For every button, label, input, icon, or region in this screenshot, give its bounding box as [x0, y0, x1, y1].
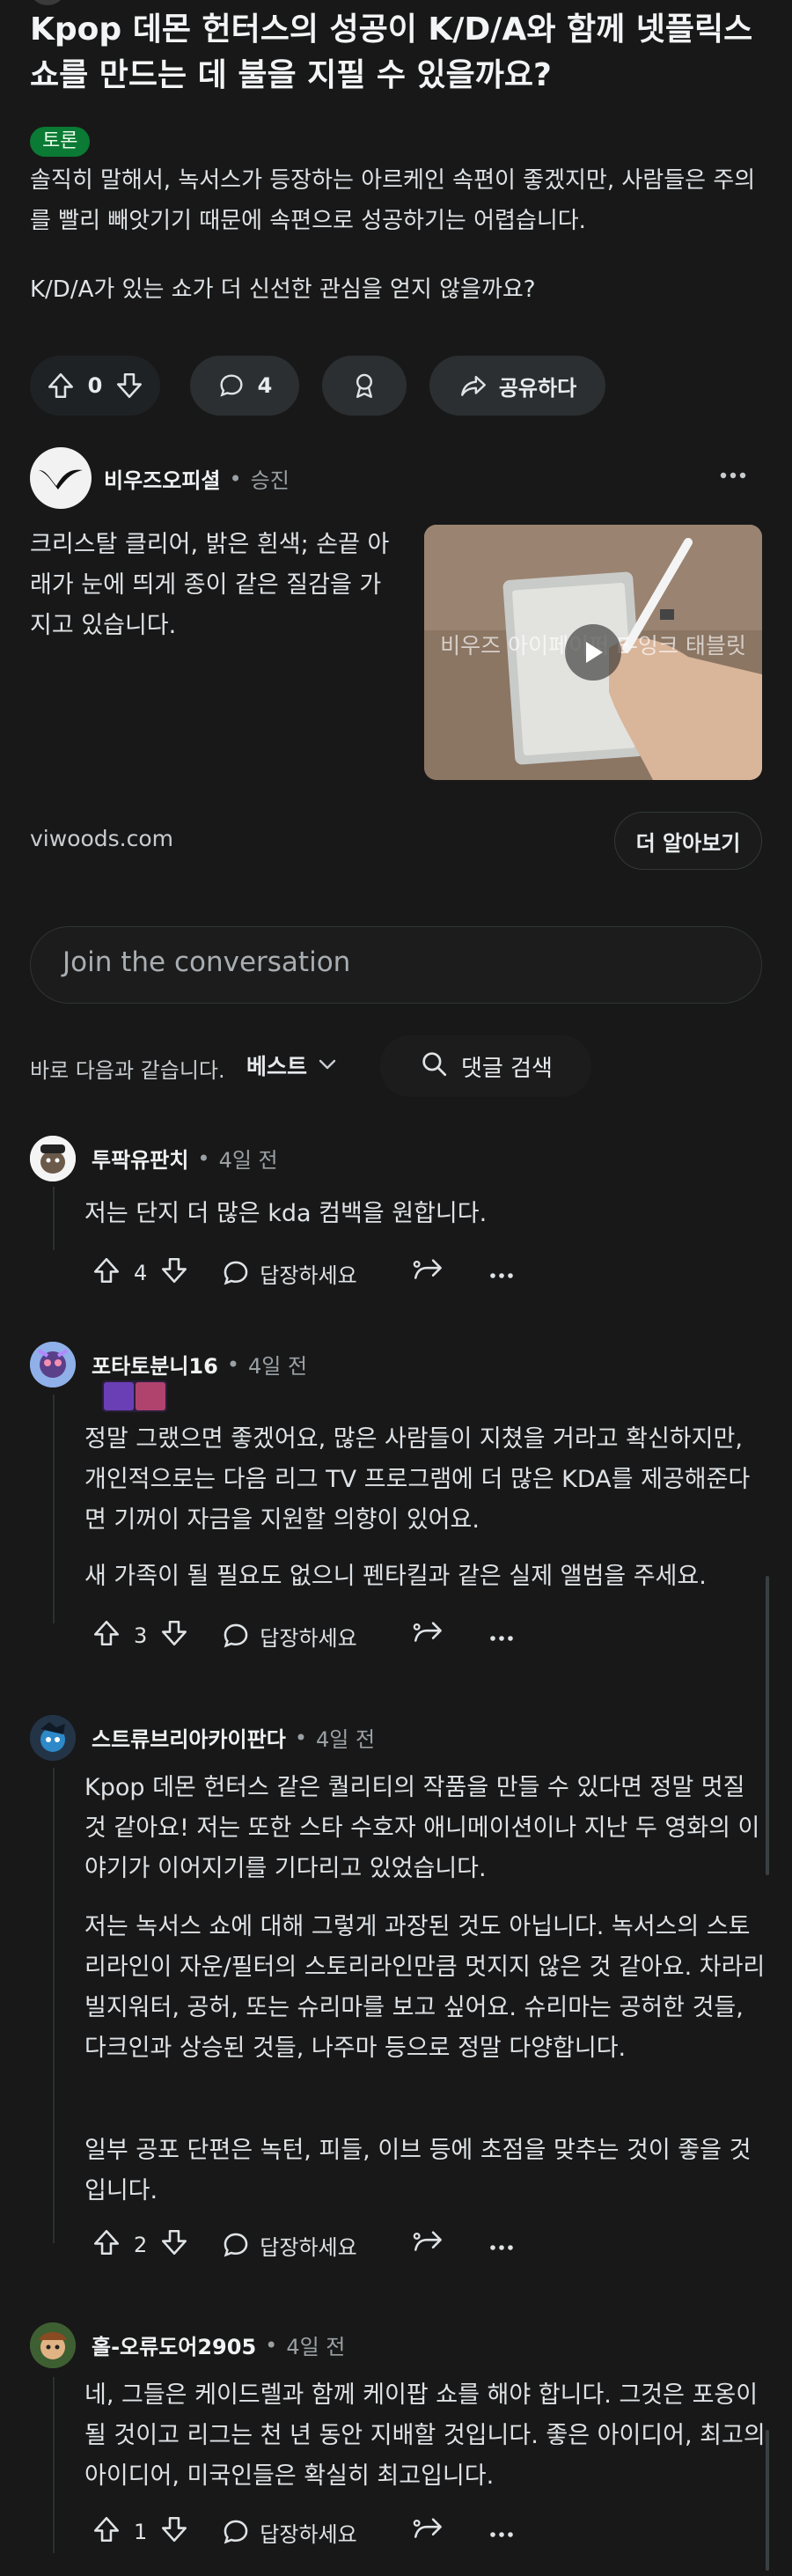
comment-icon [217, 372, 246, 400]
comment-text: 일부 공포 단편은 녹턴, 피들, 이브 등에 초점을 맞추는 것이 좋을 것입… [84, 2137, 752, 2204]
comment-count: 4 [257, 373, 273, 398]
comment-icon [224, 1623, 248, 1648]
comment-timestamp: 4일 전 [218, 1148, 278, 1173]
share-icon[interactable] [410, 1255, 444, 1291]
reply-label: 답장하세요 [260, 2521, 357, 2547]
scrollbar-thumb[interactable] [766, 2430, 769, 2571]
comment-vote-count: 2 [134, 2233, 148, 2257]
sort-value: 베스트 [246, 1054, 308, 1079]
ad-domain[interactable]: viwoods.com [30, 826, 173, 851]
downvote-icon[interactable] [159, 2227, 189, 2263]
more-options-icon[interactable] [489, 1623, 514, 1648]
post-vote-count: 0 [87, 373, 103, 398]
user-avatar[interactable] [30, 1342, 76, 1387]
reply-button[interactable]: 답장하세요 [221, 1258, 357, 1289]
comment-text: 저는 녹서스 쇼에 대해 그렇게 과장된 것도 아닙니다. 녹서스의 스토리라인… [84, 1913, 766, 2062]
downvote-icon[interactable] [159, 1255, 189, 1291]
ad-header: 비우즈오피셜 • 승진 [104, 463, 290, 494]
subreddit-avatar[interactable] [30, 0, 65, 5]
ad-more-options-icon[interactable] [720, 467, 746, 483]
comment-text: 네, 그들은 케이드렐과 함께 케이팝 쇼를 해야 합니다. 그것은 포옹이 될… [84, 2381, 766, 2490]
advertiser-name[interactable]: 비우즈오피셜 [104, 463, 220, 494]
user-avatar[interactable] [30, 2322, 76, 2368]
comment-author[interactable]: 스트류브리아카이판다 [92, 1722, 286, 1753]
comment-vote-count: 3 [134, 1623, 148, 1648]
downvote-icon[interactable] [159, 2514, 189, 2550]
comment-text: 새 가족이 될 필요도 없으니 펜타킬과 같은 실제 앨범을 주세요. [84, 1563, 707, 1590]
reply-label: 답장하세요 [260, 1625, 357, 1651]
comment-timestamp: 4일 전 [286, 2335, 346, 2359]
upvote-icon[interactable] [92, 2227, 121, 2263]
search-icon [419, 1049, 449, 1084]
comment-icon [224, 2520, 248, 2544]
learn-more-button[interactable]: 더 알아보기 [614, 812, 762, 870]
comment-vote-count: 4 [134, 1261, 148, 1285]
more-options-icon[interactable] [489, 2233, 514, 2257]
post-body-paragraph-2: K/D/A가 있는 쇼가 더 신선한 관심을 얻지 않을까요? [30, 276, 536, 303]
share-icon [458, 371, 488, 401]
join-conversation-input[interactable]: Join the conversation [30, 926, 762, 1004]
upvote-icon[interactable] [92, 1255, 121, 1291]
share-icon[interactable] [410, 2514, 444, 2550]
downvote-icon[interactable] [159, 1618, 189, 1653]
sort-label: 바로 다음과 같습니다. [30, 1058, 225, 1083]
sort-dropdown[interactable]: 베스트 [246, 1049, 337, 1081]
award-icon [349, 371, 379, 401]
upvote-icon[interactable] [46, 371, 76, 401]
post-vote-bar: 0 [30, 356, 160, 416]
user-avatar[interactable] [30, 1136, 76, 1181]
reply-label: 답장하세요 [260, 1262, 357, 1288]
post-flair[interactable]: 토론 [30, 127, 91, 157]
comment: 투팍유판치 • 4일 전 저는 단지 더 많은 kda 컴백을 원합니다. 4 … [0, 1132, 792, 1308]
comment-text: 저는 단지 더 많은 kda 컴백을 원합니다. [84, 1200, 488, 1227]
comment-timestamp: 4일 전 [247, 1354, 308, 1379]
more-options-icon[interactable] [489, 1261, 514, 1285]
comment-icon [224, 1261, 248, 1285]
comment-search-button[interactable]: 댓글 검색 [380, 1035, 591, 1097]
comment-action-bar: 3 답장하세요 [92, 1618, 514, 1653]
comment-text: Kpop 데몬 헌터스 같은 퀄리티의 작품을 만들 수 있다면 정말 멋질 것… [84, 1774, 760, 1882]
user-flair-image [102, 1380, 167, 1412]
post-body-paragraph-1: 솔직히 말해서, 녹서스가 등장하는 아르케인 속편이 좋겠지만, 사람들은 주… [30, 167, 756, 234]
downvote-icon[interactable] [114, 371, 144, 401]
comment-action-bar: 4 답장하세요 [92, 1255, 514, 1291]
composer-placeholder: Join the conversation [62, 946, 351, 978]
post-title: Kpop 데몬 헌터스의 성공이 K/D/A와 함께 넷플릭스 쇼를 만드는 데… [30, 11, 753, 93]
share-icon[interactable] [410, 1618, 444, 1653]
comment-action-bar: 1 답장하세요 [92, 2514, 514, 2550]
scrollbar-thumb[interactable] [766, 1576, 769, 1875]
chevron-down-icon [318, 1057, 337, 1074]
play-icon[interactable] [565, 624, 621, 681]
promoted-label: 승진 [250, 468, 290, 493]
upvote-icon[interactable] [92, 2514, 121, 2550]
comments-button[interactable]: 4 [190, 356, 299, 416]
comment-vote-count: 1 [134, 2520, 148, 2544]
comment-text: 정말 그랬으면 좋겠어요, 많은 사람들이 지쳤을 거라고 확신하지만, 개인적… [84, 1425, 751, 1534]
share-label: 공유하다 [498, 375, 577, 401]
reply-label: 답장하세요 [260, 2234, 357, 2260]
upvote-icon[interactable] [92, 1618, 121, 1653]
award-button[interactable] [322, 356, 407, 416]
share-icon[interactable] [410, 2227, 444, 2263]
reply-button[interactable]: 답장하세요 [221, 1621, 357, 1652]
advertiser-avatar[interactable] [30, 447, 92, 509]
comment-author[interactable]: 포타토분니16 [92, 1349, 218, 1380]
ad-text: 크리스탈 클리어, 밝은 흰색; 손끝 아래가 눈에 띄게 종이 같은 질감을 … [30, 531, 390, 639]
viwoods-logo-icon [39, 469, 83, 489]
reply-button[interactable]: 답장하세요 [221, 2230, 357, 2261]
comment-timestamp: 4일 전 [315, 1727, 376, 1752]
share-button[interactable]: 공유하다 [429, 356, 605, 416]
comment: 스트류브리아카이판다 • 4일 전 Kpop 데몬 헌터스 같은 퀄리티의 작품… [0, 1711, 792, 2275]
ad-video-thumbnail[interactable]: 비우즈 아이페이퍼 E-잉크 태블릿 [424, 525, 762, 780]
comment-icon [224, 2233, 248, 2257]
more-options-icon[interactable] [489, 2520, 514, 2544]
comment-action-bar: 2 답장하세요 [92, 2227, 514, 2263]
comment: 홀-오류도어2905 • 4일 전 네, 그들은 케이드렐과 함께 케이팝 쇼를… [0, 2319, 792, 2574]
user-avatar[interactable] [30, 1715, 76, 1761]
comment: 포타토분니16 • 4일 전 정말 그랬으면 좋겠어요, 많은 사람들이 지쳤을… [0, 1338, 792, 1673]
reply-button[interactable]: 답장하세요 [221, 2517, 357, 2548]
comment-author[interactable]: 홀-오류도어2905 [92, 2329, 256, 2360]
comment-author[interactable]: 투팍유판치 [92, 1143, 188, 1174]
comment-search-label: 댓글 검색 [461, 1055, 553, 1082]
